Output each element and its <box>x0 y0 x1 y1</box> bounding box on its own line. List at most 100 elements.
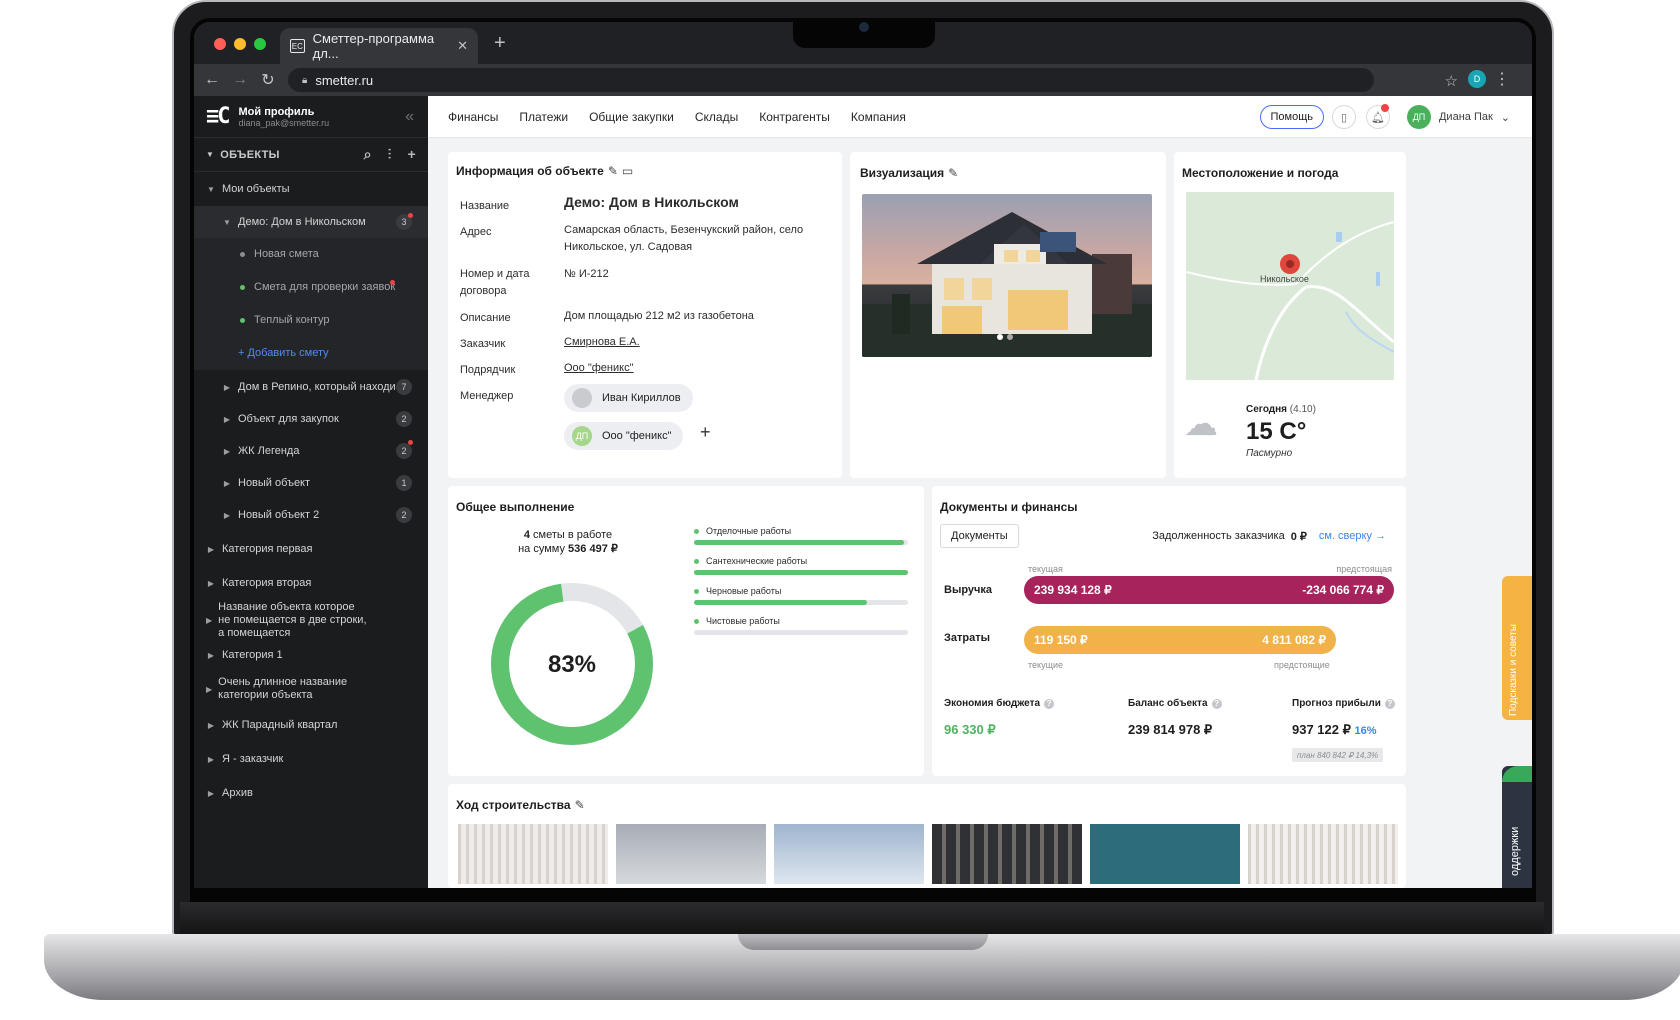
back-icon[interactable]: ← <box>198 71 226 89</box>
sidebar-item-my-objects[interactable]: ▼ Мои объекты <box>194 176 428 202</box>
sidebar-category[interactable]: ▶ Название объекта которое не помещается… <box>194 600 428 640</box>
laptop-hinge <box>180 902 1544 938</box>
sum-prefix: на сумму <box>518 543 565 555</box>
forward-icon[interactable]: → <box>226 71 254 89</box>
map[interactable]: Никольское <box>1186 192 1394 380</box>
close-tab-icon[interactable]: ✕ <box>457 38 468 54</box>
help-icon[interactable]: ? <box>1211 699 1222 709</box>
sidebar-subitem[interactable]: Новая смета <box>194 238 428 270</box>
sidebar-category[interactable]: ▶ Категория вторая <box>194 570 428 596</box>
reload-icon[interactable]: ↻ <box>254 70 282 90</box>
caret-down-icon[interactable]: ▼ <box>206 150 214 159</box>
app-logo[interactable]: ≡C <box>206 104 230 129</box>
tips-side-tab[interactable]: Подсказки и советы <box>1502 576 1532 720</box>
count-badge: 2 <box>396 411 412 427</box>
construction-photo[interactable] <box>616 824 766 884</box>
construction-photo[interactable] <box>1090 824 1240 884</box>
construction-photo[interactable] <box>932 824 1082 884</box>
sidebar-category[interactable]: ▶ Архив <box>194 780 428 806</box>
current-label: текущая <box>1028 564 1063 574</box>
browser-tab[interactable]: EC Сметтер-программа дл... ✕ <box>280 28 478 64</box>
add-icon[interactable]: + <box>408 146 416 163</box>
caret-right-icon: ▶ <box>223 478 231 488</box>
construction-photo[interactable] <box>458 824 608 884</box>
location-weather-card: Местоположение и погода Никольское ☁ Сег <box>1174 152 1406 478</box>
info-label: Название <box>460 200 510 212</box>
customer-link[interactable]: Смирнова Е.А. <box>564 334 640 351</box>
nav-link-warehouses[interactable]: Склады <box>695 110 738 124</box>
help-button[interactable]: Помощь <box>1259 105 1324 129</box>
maximize-window-button[interactable] <box>254 38 266 50</box>
support-side-tab[interactable]: оддержки <box>1502 766 1532 888</box>
revenue-label: Выручка <box>944 584 993 596</box>
user-menu[interactable]: ДП Диана Пак ⌄ <box>1406 105 1510 129</box>
add-manager-icon[interactable]: + <box>700 422 711 443</box>
nav-link-finance[interactable]: Финансы <box>448 110 498 124</box>
sidebar-category[interactable]: ▶ Категория 1 <box>194 642 428 668</box>
support-indicator <box>1502 766 1532 782</box>
nav-link-company[interactable]: Компания <box>851 110 906 124</box>
edit-icon[interactable]: ✎ <box>608 164 618 178</box>
browser-menu-icon[interactable]: ⋮ <box>1494 69 1510 89</box>
caret-down-icon: ▼ <box>223 217 231 227</box>
sidebar-item-object[interactable]: ▶ Новый объект 2 2 <box>194 502 428 528</box>
sidebar-item-object[interactable]: ▶ ЖК Легенда 2 <box>194 438 428 464</box>
costs-label: Затраты <box>944 632 991 644</box>
filter-icon[interactable]: ⫶ <box>388 146 392 163</box>
help-icon[interactable]: ? <box>1044 699 1055 709</box>
nav-link-purchases[interactable]: Общие закупки <box>589 110 674 124</box>
new-tab-icon[interactable]: + <box>494 32 506 55</box>
address-bar-row: ← → ↻ 🔒︎ smetter.ru <box>194 64 1532 96</box>
edit-icon[interactable]: ✎ <box>948 166 958 180</box>
costs-upcoming: 4 811 082 ₽ <box>1262 633 1326 647</box>
edit-icon[interactable]: ✎ <box>575 798 585 812</box>
work-item: Чистовые работы <box>694 616 908 646</box>
object-address: Самарская область, Безенчукский район, с… <box>564 224 804 253</box>
archive-icon[interactable]: ▭ <box>622 164 633 178</box>
sidebar-subitem[interactable]: Теплый контур <box>194 304 428 336</box>
forecast-label: Прогноз прибыли <box>1292 698 1381 709</box>
contractor-chip[interactable]: ДП Ооо "феникс" <box>564 422 684 450</box>
sidebar-category[interactable]: ▶ Категория первая <box>194 536 428 562</box>
minimize-window-button[interactable] <box>234 38 246 50</box>
revenue-bar[interactable]: 239 934 128 ₽ -234 066 774 ₽ <box>1024 576 1394 604</box>
objects-section-title: ОБЪЕКТЫ <box>220 148 280 161</box>
app: ≡C Мой профиль diana_pak@smetter.ru « ▼ … <box>194 96 1532 888</box>
sidebar-item-demo-object[interactable]: ▼ Демо: Дом в Никольском 3 <box>194 206 428 238</box>
close-window-button[interactable] <box>214 38 226 50</box>
construction-photo[interactable] <box>774 824 924 884</box>
phone-icon[interactable]: ▯ <box>1332 105 1356 129</box>
reconcile-link[interactable]: см. сверку → <box>1319 530 1386 543</box>
help-icon[interactable]: ? <box>1384 699 1395 709</box>
browser-profile-avatar[interactable]: D <box>1468 70 1486 88</box>
collapse-sidebar-icon[interactable]: « <box>405 108 414 126</box>
sidebar-item-object[interactable]: ▶ Новый объект 1 <box>194 470 428 496</box>
sidebar-item-label: + Добавить смету <box>238 347 329 359</box>
sidebar-subitem[interactable]: Смета для проверки заявок <box>194 270 428 304</box>
search-icon[interactable]: ⌕ <box>364 146 372 163</box>
work-item: Сантехнические работы <box>694 556 908 586</box>
object-description: Дом площадью 212 м2 из газобетона <box>564 310 754 322</box>
contractor-link[interactable]: Ооо "феникс" <box>564 360 633 377</box>
url-input[interactable]: 🔒︎ smetter.ru <box>288 68 1374 92</box>
sidebar-item-object[interactable]: ▶ Дом в Репино, который находи... 7 <box>194 374 428 400</box>
add-estimate-link[interactable]: + Добавить смету <box>194 336 428 370</box>
house-render-image[interactable] <box>862 194 1152 357</box>
nav-link-counterparties[interactable]: Контрагенты <box>759 110 830 124</box>
manager-chip[interactable]: Иван Кириллов <box>564 384 693 412</box>
profile-name: Мой профиль <box>238 105 315 118</box>
sidebar-category[interactable]: ▶ ЖК Парадный квартал <box>194 712 428 738</box>
sidebar-category[interactable]: ▶ Я - заказчик <box>194 746 428 772</box>
costs-bar[interactable]: 119 150 ₽ 4 811 082 ₽ <box>1024 626 1336 654</box>
profile-block[interactable]: Мой профиль diana_pak@smetter.ru <box>239 106 330 128</box>
notification-dot <box>390 280 395 285</box>
construction-photo[interactable] <box>1248 824 1398 884</box>
map-place-label: Никольское <box>1260 274 1309 284</box>
contract-number: № И-212 <box>564 268 609 280</box>
sidebar-item-object[interactable]: ▶ Объект для закупок 2 <box>194 406 428 432</box>
sidebar-category[interactable]: ▶ Очень длинное название категории объек… <box>194 672 428 706</box>
nav-link-payments[interactable]: Платежи <box>519 110 568 124</box>
bookmark-star-icon[interactable]: ☆ <box>1445 72 1458 90</box>
documents-button[interactable]: Документы <box>940 524 1019 548</box>
caret-right-icon: ▶ <box>207 720 215 730</box>
